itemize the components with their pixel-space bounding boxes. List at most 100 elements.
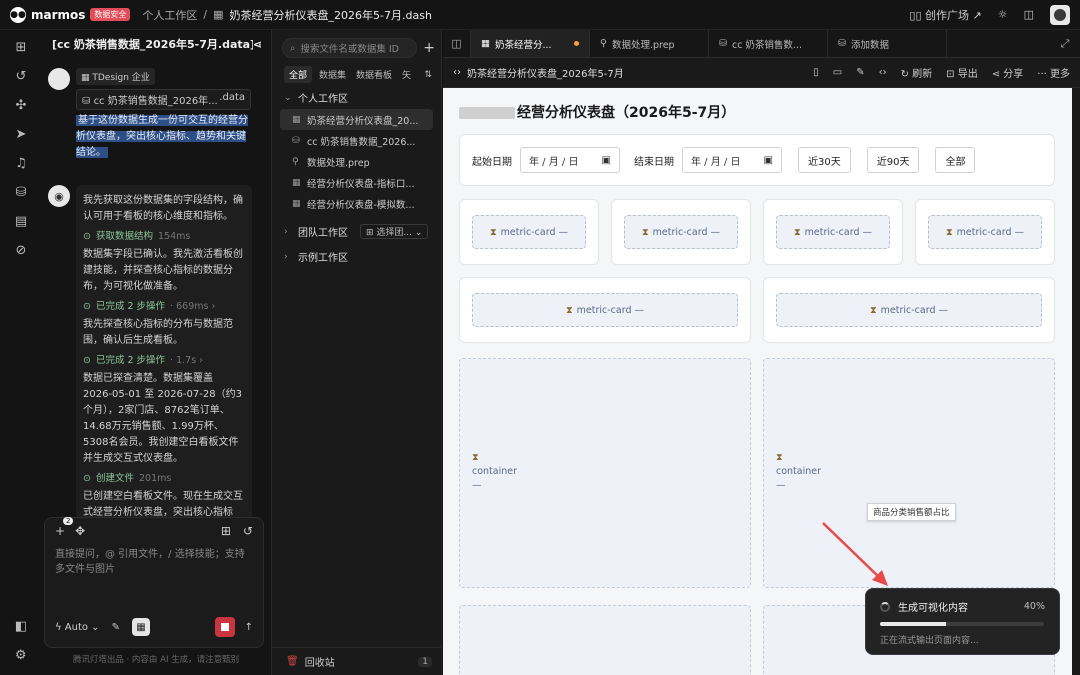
tool-icon[interactable]: ✎ — [112, 622, 120, 633]
chat-icon[interactable]: ⊞ — [16, 40, 27, 55]
code-icon[interactable]: ‹› — [453, 67, 461, 78]
toast-header: 生成可视化内容 40% — [880, 599, 1045, 614]
chevron-down-icon: ⌄ — [88, 621, 100, 633]
tab-add-data[interactable]: ⛁ 添加数据 — [828, 30, 947, 57]
send-arrow-icon[interactable]: ↑ — [245, 622, 253, 633]
file-item-mock[interactable]: ▦ 经营分析仪表盘-模拟数... — [272, 193, 441, 214]
file-search-input[interactable]: ⌕ 搜索文件名或数据集 ID — [282, 38, 418, 58]
layout-toggle-icon[interactable]: ◫ — [1024, 8, 1034, 21]
progress-bar-fill — [880, 622, 946, 626]
history-icon[interactable]: ↺ — [16, 69, 27, 84]
hourglass-icon: ⧗ — [489, 226, 497, 238]
container-name: container — [776, 466, 822, 477]
share-button[interactable]: ⋖ 分享 — [992, 65, 1024, 80]
composer-top-right: ⊞ ↺ — [221, 524, 253, 538]
team-workspace-section[interactable]: › 团队工作区 ⊞ 选择团... ⌄ — [272, 214, 441, 239]
logo[interactable]: ●● marmos 数据安全 — [10, 6, 131, 23]
compass-icon[interactable]: ⊘ — [16, 243, 27, 258]
step-completed-2[interactable]: ⊙ 已完成 2 步操作 · 1.7s › — [83, 353, 245, 369]
export-button[interactable]: ⊡ 导出 — [946, 65, 978, 80]
dashboard-title: 经营分析仪表盘（2026年5-7月） — [517, 105, 736, 121]
more-button[interactable]: ··· 更多 — [1037, 65, 1070, 80]
top-right-actions: ▯▯ 创作广场 ↗ ☼ ◫ — [909, 4, 1070, 25]
step-create-file[interactable]: ⊙ 创建文件 201ms — [83, 471, 245, 487]
metric-card-1: ⧗ metric-card — — [459, 199, 599, 265]
user-avatar[interactable] — [1050, 4, 1070, 25]
file-item-data[interactable]: ⛁ cc 奶茶销售数据_2026... — [272, 130, 441, 151]
add-file-button[interactable]: + — [423, 40, 435, 56]
assistant-bubble: 我先获取这份数据集的字段结构，确认可用于看板的核心维度和指标。 ⊙ 获取数据结构 1… — [76, 185, 252, 529]
step-get-schema[interactable]: ⊙ 获取数据结构 154ms — [83, 229, 245, 245]
top-bar: ●● marmos 数据安全 个人工作区 / ▦ 奶茶经营分析仪表盘_2026年… — [0, 0, 1080, 30]
refresh-button[interactable]: ↻ 刷新 — [901, 65, 933, 80]
file-item-dashboard[interactable]: ▦ 奶茶经营分析仪表盘_20... — [280, 109, 433, 130]
breadcrumb-workspace[interactable]: 个人工作区 — [142, 7, 197, 23]
attached-file-chip[interactable]: ⛁ cc 奶茶销售数据_2026年... .data — [76, 89, 251, 110]
stop-button[interactable] — [214, 617, 235, 637]
user-message-text: 基于这份数据生成一份可交互的经营分析仪表盘，突出核心指标、趋势和关键结论。 — [76, 115, 248, 158]
source-code-icon[interactable]: ‹› — [879, 67, 887, 78]
all-dates-button[interactable]: 全部 — [935, 147, 976, 173]
metric-placeholder: ⧗ metric-card — — [472, 293, 738, 327]
avatar-face — [1054, 8, 1066, 21]
last-30-days-button[interactable]: 近30天 — [798, 147, 851, 173]
new-chat-icon[interactable]: ⊞ — [221, 524, 231, 538]
tab-dataset[interactable]: ⛁ cc 奶茶销售数... — [709, 30, 828, 57]
database-icon[interactable]: ⛁ — [16, 185, 27, 200]
attach-button[interactable]: +2 — [55, 517, 74, 538]
mobile-preview-icon[interactable]: ▯ — [813, 67, 819, 78]
tab-more[interactable]: 矢 — [399, 66, 414, 83]
metric-card-6: ⧗ metric-card — — [763, 277, 1055, 343]
tab-dashboards[interactable]: 数据看板 — [353, 66, 395, 83]
step-completed-1[interactable]: ⊙ 已完成 2 步操作 · 669ms › — [83, 299, 245, 315]
plugin-icon[interactable]: ✣ — [16, 98, 27, 113]
file-name: 经营分析仪表盘-模拟数... — [307, 199, 415, 211]
tab-prep[interactable]: ⚲ 数据处理.prep — [590, 30, 709, 57]
sort-icon[interactable]: ⇅ — [421, 68, 435, 82]
user-avatar-small — [48, 68, 70, 90]
org-icon: ▦ — [81, 73, 93, 83]
file-item-metrics[interactable]: ▦ 经营分析仪表盘-指标口... — [272, 172, 441, 193]
tab-all[interactable]: 全部 — [284, 66, 313, 83]
step-label: 已完成 2 步操作 — [95, 355, 166, 366]
calendar-icon: ▣ — [763, 154, 773, 166]
user-message-body: ▦ TDesign 企业 ⛁ cc 奶茶销售数据_2026年... .data … — [76, 68, 251, 161]
check-icon: ⊙ — [83, 355, 91, 366]
mode-select[interactable]: ϟ Auto ⌄ — [55, 622, 100, 633]
rail-bottom: ◧ ⚙ — [15, 619, 27, 663]
export-icon: ⊡ — [946, 69, 958, 80]
sidebar-toggle-icon[interactable]: ◫ — [443, 30, 471, 57]
assistant-para-1: 我先获取这份数据集的字段结构，确认可用于看板的核心维度和指标。 — [83, 195, 243, 222]
personal-workspace-section[interactable]: ⌄ 个人工作区 — [272, 83, 441, 106]
end-date-input[interactable]: 年 / 月 / 日 ▣ — [682, 147, 782, 173]
metric-card-3: ⧗ metric-card — — [763, 199, 903, 265]
composer-input[interactable]: 直接提问，@ 引用文件，/ 选择技能；支持多文件与图片 — [55, 547, 253, 577]
desktop-preview-icon[interactable]: ▭ — [833, 67, 842, 78]
last-90-days-button[interactable]: 近90天 — [866, 147, 920, 173]
edit-icon[interactable]: ✎ — [856, 67, 864, 78]
send-icon[interactable]: ➤ — [16, 127, 27, 142]
history-icon[interactable]: ↺ — [243, 524, 253, 538]
share-icon[interactable]: ⋖ — [253, 38, 262, 51]
file-item-prep[interactable]: ⚲ 数据处理.prep — [272, 151, 441, 172]
storage-icon[interactable]: ▤ — [15, 214, 27, 229]
trash-bin[interactable]: 🗑 回收站 1 — [272, 647, 442, 675]
tab-dashboard[interactable]: ▦ 奶茶经营分... — [471, 30, 590, 57]
file-panel: ⌕ 搜索文件名或数据集 ID + 全部 数据集 数据看板 矢 ⇅ ⌄ 个人工作区 ▦… — [271, 30, 442, 675]
theme-toggle-icon[interactable]: ☼ — [998, 8, 1008, 21]
user-text-wrap: 基于这份数据生成一份可交互的经营分析仪表盘，突出核心指标、趋势和关键结论。 — [76, 113, 251, 161]
team-select[interactable]: ⊞ 选择团... ⌄ — [360, 224, 429, 239]
canvas-scrollbar[interactable] — [1072, 88, 1080, 675]
org-tag-label: TDesign 企业 — [92, 73, 150, 83]
expand-icon[interactable]: ⤢ — [1050, 30, 1080, 57]
skill-icon[interactable]: ✥ — [75, 524, 85, 538]
panel-icon[interactable]: ◧ — [15, 619, 27, 634]
start-date-input[interactable]: 年 / 月 / 日 ▣ — [520, 147, 620, 173]
tab-datasets[interactable]: 数据集 — [316, 66, 349, 83]
settings-icon[interactable]: ⚙ — [15, 648, 27, 663]
bell-icon[interactable]: ♫ — [15, 156, 27, 171]
dashboard-mode-button[interactable]: ▦ — [131, 618, 150, 636]
example-workspace-section[interactable]: › 示例工作区 — [272, 239, 441, 265]
example-workspace-label: 示例工作区 — [298, 253, 348, 264]
creator-square-link[interactable]: ▯▯ 创作广场 ↗ — [909, 7, 981, 23]
